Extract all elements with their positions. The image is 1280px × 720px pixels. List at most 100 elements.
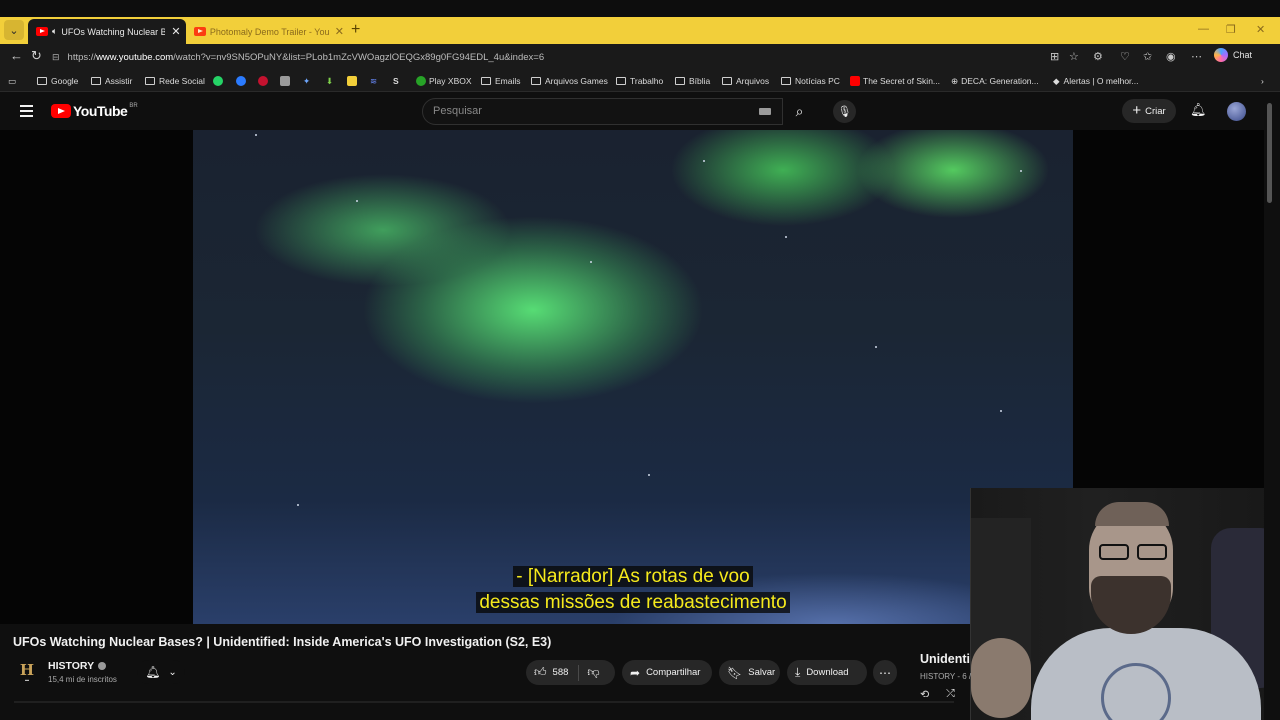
reload-icon[interactable]: ↻ (31, 48, 42, 64)
app-available-icon[interactable]: ⊞ (1050, 50, 1059, 63)
speaker-icon[interactable]: 🔈︎ (52, 26, 57, 37)
back-icon[interactable]: ← (10, 48, 23, 63)
folder-icon (91, 77, 101, 85)
site-info-icon[interactable]: ⊟ (52, 52, 60, 63)
chat-label: Chat (1233, 50, 1253, 60)
more-actions-button[interactable]: ⋯ (873, 660, 897, 685)
url-host: www.youtube.com (96, 51, 174, 63)
bookmark-arquivos[interactable]: Arquivos (722, 74, 769, 88)
bookmark-gray[interactable] (280, 74, 293, 88)
scrollbar-thumb[interactable] (1267, 103, 1272, 203)
keyboard-icon[interactable] (759, 108, 771, 115)
bookmark-emails[interactable]: Emails (481, 74, 521, 88)
glasses (1099, 544, 1171, 562)
favorite-star-icon[interactable]: ☆ (1069, 50, 1079, 63)
create-button[interactable]: + Criar (1122, 99, 1176, 123)
video-frame[interactable] (193, 130, 1073, 624)
bookmark-noticias-pc[interactable]: Notícias PC (781, 74, 840, 88)
voice-search-button[interactable]: 🎙︎ (833, 100, 856, 123)
star (356, 200, 358, 202)
notifications-bell-icon[interactable]: 🔔︎ (1190, 102, 1207, 118)
playlist-title[interactable]: Unidenti (920, 652, 970, 666)
close-tab-icon[interactable]: ✕ (335, 25, 344, 38)
guide-menu-icon[interactable] (20, 105, 33, 117)
close-window-icon[interactable]: ✕ (1256, 23, 1265, 36)
like-dislike-group: 👍︎ 588 👎︎ (526, 660, 615, 685)
extensions-icon[interactable]: ⚙ (1093, 50, 1103, 63)
bookmarks-overflow-icon[interactable]: › (1261, 74, 1264, 88)
save-button[interactable]: 🔖︎ Salvar (719, 660, 780, 685)
chat-button[interactable]: Chat (1214, 48, 1252, 62)
download-label: Download (806, 667, 849, 678)
bookmark-trabalho[interactable]: Trabalho (616, 74, 663, 88)
bookmark-play-xbox[interactable]: Play XBOX (416, 74, 472, 88)
download-site-icon: ⬇ (326, 75, 334, 86)
youtube-icon (850, 76, 860, 86)
channel-avatar[interactable]: H ▬ (14, 660, 40, 684)
download-button[interactable]: ⤓ Download (787, 660, 867, 685)
url-prefix: https:// (67, 51, 97, 63)
logo-text: YouTube (73, 103, 128, 119)
page-scrollbar[interactable] (1264, 93, 1280, 720)
bookmark-whatsapp[interactable] (213, 74, 226, 88)
divider (578, 664, 580, 681)
bookmark-yellow[interactable] (347, 74, 360, 88)
url-field[interactable]: ⊟ https://www.youtube.com/watch?v=nv9SN5… (52, 47, 1052, 67)
bookmark-deca[interactable]: ⊕ DECA: Generation... (951, 74, 1039, 88)
close-tab-icon[interactable]: ✕ (171, 25, 180, 38)
s-site-icon: S (393, 76, 399, 86)
divider (14, 701, 954, 703)
search-input[interactable]: Pesquisar (422, 98, 783, 125)
favorites-icon[interactable]: ✩ (1143, 50, 1152, 63)
bookmark-s[interactable]: S (393, 74, 399, 88)
bookmark-messenger[interactable] (236, 74, 249, 88)
bookmark-green[interactable]: ⬇ (326, 74, 333, 88)
profile-icon[interactable]: ◉ (1166, 50, 1176, 63)
tab-active[interactable]: 🔈︎ UFOs Watching Nuclear Bases ✕ (28, 19, 186, 44)
bookmark-secret-of-skin[interactable]: The Secret of Skin... (850, 74, 940, 88)
star (785, 236, 787, 238)
xbox-icon (416, 76, 426, 86)
share-icon: ➦ (630, 665, 641, 680)
tab-actions-button[interactable]: ⌄ (4, 20, 24, 40)
webcam-overlay (970, 488, 1280, 720)
share-label: Compartilhar (646, 667, 701, 678)
avatar[interactable] (1227, 102, 1246, 121)
star (1020, 170, 1022, 172)
bookmark-arquivos-games[interactable]: Arquivos Games (531, 74, 608, 88)
channel-name[interactable]: HISTORY (48, 660, 107, 672)
person-beard (1091, 576, 1171, 634)
minimize-icon[interactable]: — (1198, 23, 1209, 35)
bookmark-google[interactable]: Google (37, 74, 78, 88)
bookmark-red[interactable] (258, 74, 271, 88)
bookmark-alertas[interactable]: ◆ Alertas | O melhor... (1053, 74, 1139, 88)
download-icon: ⤓ (795, 665, 801, 679)
maximize-icon[interactable]: ❐ (1226, 23, 1236, 36)
like-button[interactable]: 👍︎ 588 (526, 665, 568, 680)
bookmark-blue-waves[interactable]: ≋ (370, 74, 377, 88)
thumbs-up-icon: 👍︎ (534, 665, 547, 679)
tab-title: Photomaly Demo Trailer - YouTube (209, 26, 329, 37)
star (703, 160, 705, 162)
like-count: 588 (552, 667, 569, 678)
tab-inactive[interactable]: Photomaly Demo Trailer - YouTube ✕ (186, 19, 344, 44)
bookmark-rede-social[interactable]: Rede Social (145, 74, 205, 88)
more-dots-icon: ⋯ (879, 665, 891, 680)
browser-essentials-icon[interactable]: ♡ (1120, 50, 1130, 63)
bookmark-label: Alertas | O melhor... (1063, 76, 1139, 86)
waves-site-icon: ≋ (370, 75, 378, 86)
thumbs-down-icon: 👎︎ (587, 665, 600, 679)
subscription-bell-button[interactable]: 🔔︎ ⌄ (137, 660, 185, 684)
caption-line-1: - [Narrador] As rotas de voo (513, 566, 753, 587)
search-button[interactable]: ⌕ (783, 98, 816, 125)
page-bottom (0, 697, 970, 720)
dislike-button[interactable]: 👎︎ (587, 665, 599, 680)
youtube-logo[interactable]: YouTube BR (51, 103, 138, 119)
new-tab-button[interactable]: + (351, 21, 360, 39)
menu-dots-icon[interactable]: ⋯ (1191, 50, 1202, 63)
bookmark-assistir[interactable]: Assistir (91, 74, 132, 88)
bookmark-biblia[interactable]: Bíblia (675, 74, 710, 88)
bookmark-star[interactable]: ✦ (303, 74, 310, 88)
share-button[interactable]: ➦ Compartilhar (622, 660, 712, 685)
reading-view-icon[interactable]: ▭ (8, 74, 16, 88)
